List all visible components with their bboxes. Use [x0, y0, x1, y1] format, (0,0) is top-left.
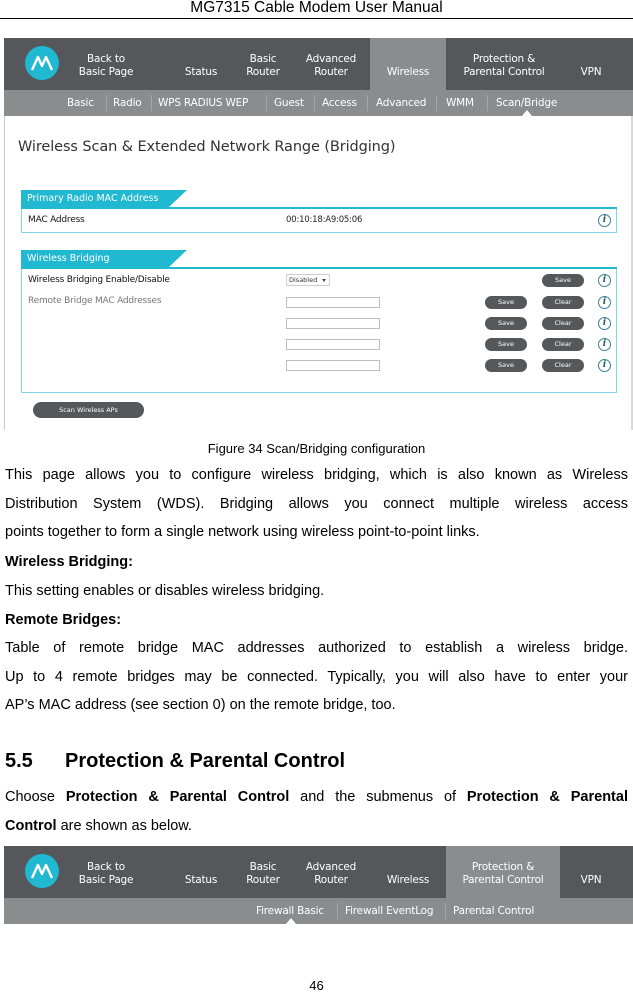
nav-protection-parental[interactable]: Protection & Parental Control — [446, 846, 560, 898]
remote-save-button-2[interactable]: Save — [485, 317, 527, 330]
sub-nav: Firewall Basic Firewall EventLog Parenta… — [4, 898, 633, 924]
bridging-enable-label: Wireless Bridging Enable/Disable — [28, 275, 170, 285]
bridging-enable-select[interactable]: Disabled — [286, 274, 330, 286]
subnav-separator — [367, 95, 368, 111]
remote-mac-input-4[interactable] — [286, 360, 380, 371]
nav-protection-parental[interactable]: Protection & Parental Control — [452, 38, 556, 90]
sub-nav: Basic Radio WPS RADIUS WEP Guest Access … — [4, 90, 633, 116]
remote-clear-button-2[interactable]: Clear — [542, 317, 584, 330]
primary-radio-panel-title: Primary Radio MAC Address — [21, 190, 169, 207]
subnav-separator — [445, 903, 446, 919]
nav-back-to-basic[interactable]: Back to Basic Page — [66, 846, 146, 898]
subnav-separator — [436, 95, 437, 111]
wireless-bridging-heading: Wireless Bridging: — [5, 554, 133, 570]
nav-wireless[interactable]: Wireless — [370, 38, 446, 90]
section-number: 5.5 — [5, 750, 33, 772]
subnav-separator — [487, 95, 488, 111]
nav-status[interactable]: Status — [176, 38, 226, 90]
scan-wireless-aps-button[interactable]: Scan Wireless APs — [33, 402, 144, 418]
subnav-separator — [151, 95, 152, 111]
remote-clear-button-1[interactable]: Clear — [542, 296, 584, 309]
section-title: Protection & Parental Control — [65, 750, 346, 772]
scan-bridge-screenshot: Back to Basic Page Status Basic Router Adv… — [4, 38, 633, 430]
motorola-logo-icon[interactable] — [25, 854, 59, 888]
nav-vpn[interactable]: VPN — [566, 38, 616, 90]
nav-advanced-router[interactable]: Advanced Router — [298, 846, 364, 898]
remote-clear-button-4[interactable]: Clear — [542, 359, 584, 372]
subnav-parental-control[interactable]: Parental Control — [453, 898, 534, 924]
remote-clear-button-3[interactable]: Clear — [542, 338, 584, 351]
nav-basic-router[interactable]: Basic Router — [236, 846, 290, 898]
info-icon[interactable]: i — [598, 214, 611, 227]
wireless-bridging-panel-header: Wireless Bridging — [21, 250, 617, 269]
subnav-wps-radius-wep[interactable]: WPS RADIUS WEP — [158, 90, 248, 116]
info-icon[interactable]: i — [598, 359, 611, 372]
nav-vpn[interactable]: VPN — [566, 846, 616, 898]
motorola-logo-icon[interactable] — [25, 46, 59, 80]
top-nav: Back to Basic Page Status Basic Router Adv… — [4, 38, 633, 90]
subnav-radio[interactable]: Radio — [113, 90, 142, 116]
subnav-basic[interactable]: Basic — [67, 90, 94, 116]
remote-mac-input-1[interactable] — [286, 297, 380, 308]
remote-save-button-3[interactable]: Save — [485, 338, 527, 351]
remote-save-button-1[interactable]: Save — [485, 296, 527, 309]
subnav-advanced[interactable]: Advanced — [376, 90, 426, 116]
subnav-separator — [314, 95, 315, 111]
section-intro-paragraph: Choose Protection & Parental Control and… — [5, 789, 628, 834]
subnav-guest[interactable]: Guest — [274, 90, 304, 116]
info-icon[interactable]: i — [598, 296, 611, 309]
page-number: 46 — [309, 978, 324, 992]
info-icon[interactable]: i — [598, 317, 611, 330]
remote-mac-input-2[interactable] — [286, 318, 380, 329]
subnav-separator — [337, 903, 338, 919]
active-tab-caret — [286, 918, 296, 924]
top-nav: Back to Basic Page Status Basic Router Adv… — [4, 846, 633, 898]
header-rule — [0, 18, 633, 19]
remote-bridge-label: Remote Bridge MAC Addresses — [28, 296, 162, 306]
nav-basic-router[interactable]: Basic Router — [236, 38, 290, 90]
page-heading: Wireless Scan & Extended Network Range (… — [18, 139, 396, 155]
mac-address-label: MAC Address — [28, 215, 85, 225]
wireless-bridging-text: This setting enables or disables wireles… — [5, 583, 325, 599]
remote-save-button-4[interactable]: Save — [485, 359, 527, 372]
subnav-separator — [266, 95, 267, 111]
wireless-bridging-panel: Wireless Bridging Enable/Disable Disable… — [21, 269, 617, 393]
nav-status[interactable]: Status — [176, 846, 226, 898]
nav-wireless[interactable]: Wireless — [370, 846, 446, 898]
info-icon[interactable]: i — [598, 338, 611, 351]
chevron-down-icon — [322, 279, 326, 282]
mac-address-value: 00:10:18:A9:05:06 — [286, 215, 363, 225]
content-border-left — [4, 116, 5, 430]
remote-mac-input-3[interactable] — [286, 339, 380, 350]
remote-bridges-paragraph: Table of remote bridge MAC addresses aut… — [5, 640, 628, 714]
wireless-bridging-panel-title: Wireless Bridging — [21, 250, 169, 267]
intro-paragraph: This page allows you to configure wirele… — [5, 467, 628, 541]
remote-bridges-heading: Remote Bridges: — [5, 612, 122, 628]
protection-nav-screenshot: Back to Basic Page Status Basic Router Adv… — [4, 846, 633, 926]
section-heading: 5.5 Protection & Parental Control — [5, 750, 345, 773]
nav-advanced-router[interactable]: Advanced Router — [298, 38, 364, 90]
nav-back-to-basic[interactable]: Back to Basic Page — [66, 38, 146, 90]
subnav-firewall-eventlog[interactable]: Firewall EventLog — [345, 898, 434, 924]
info-icon[interactable]: i — [598, 274, 611, 287]
subnav-wmm[interactable]: WMM — [446, 90, 474, 116]
subnav-separator — [106, 95, 107, 111]
bridging-save-button[interactable]: Save — [542, 274, 584, 287]
figure-caption: Figure 34 Scan/Bridging configuration — [207, 441, 426, 456]
active-tab-caret — [522, 110, 532, 116]
primary-radio-panel-header: Primary Radio MAC Address — [21, 190, 617, 209]
running-header: MG7315 Cable Modem User Manual — [190, 0, 443, 16]
primary-radio-panel: MAC Address 00:10:18:A9:05:06 i — [21, 209, 617, 233]
subnav-access[interactable]: Access — [322, 90, 357, 116]
